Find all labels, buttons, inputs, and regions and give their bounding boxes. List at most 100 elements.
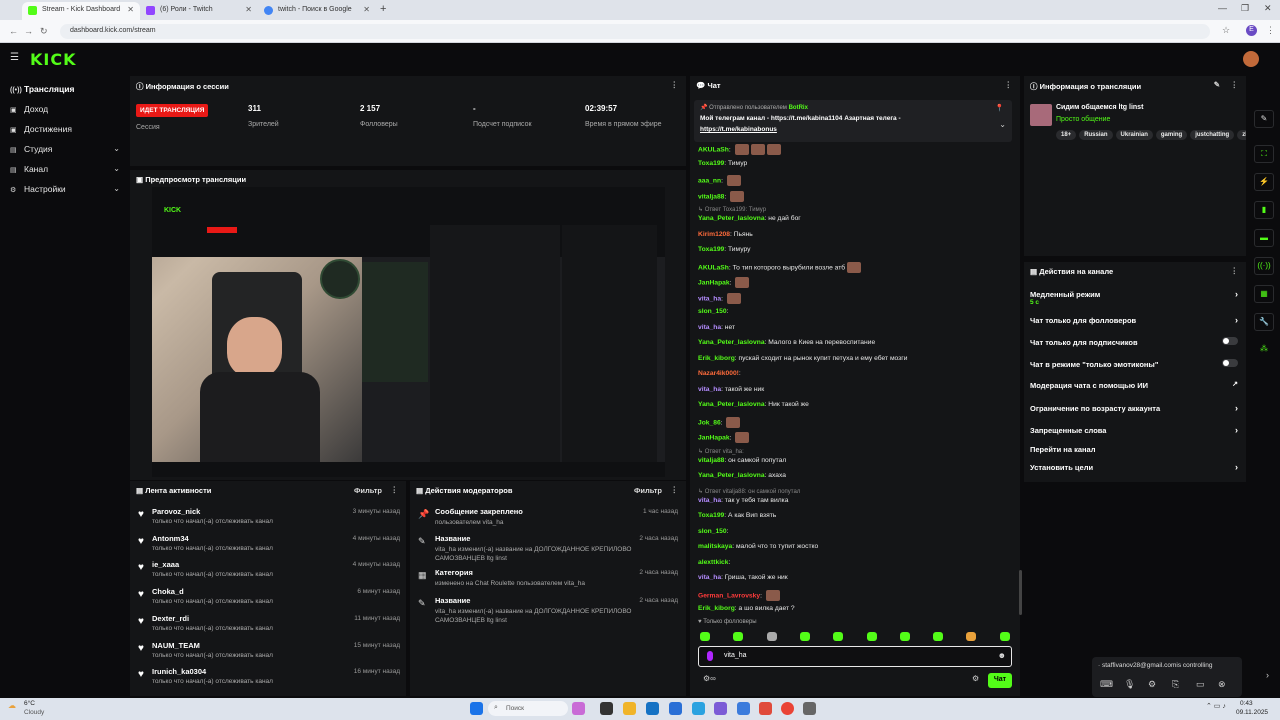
widgets-icon[interactable]	[572, 702, 585, 715]
quick-emote-icon[interactable]	[966, 632, 977, 641]
chat-message[interactable]: Erik_kiborg: а шо вилка дает ?	[698, 605, 795, 612]
activity-item[interactable]: ♥ NAUM_TEAM только что начал(-а) отслежива…	[138, 641, 400, 665]
chat-message[interactable]: vita_ha: Гриша, такой же ник	[698, 574, 788, 581]
channel-action-item[interactable]: Чат только для подписчиков	[1030, 337, 1238, 347]
clipboard-icon[interactable]: ⎘	[1172, 679, 1179, 690]
chat-username[interactable]: vita_ha	[698, 386, 721, 393]
close-window-icon[interactable]: ✕	[1264, 3, 1272, 14]
chat-message[interactable]: Nazar4ik000!:	[698, 370, 741, 377]
chat-message[interactable]: vitalja88: он самкой попутал	[698, 457, 786, 464]
browser-menu-icon[interactable]: ⋮	[1266, 25, 1275, 36]
stream-tag[interactable]: zh	[1237, 130, 1246, 140]
task-view-icon[interactable]	[600, 702, 613, 715]
stop-control-icon[interactable]: ⊗	[1218, 679, 1226, 690]
sidebar-item-settings[interactable]: ⚙ Настройки ⌄	[10, 184, 122, 198]
chat-username[interactable]: alexttkick	[698, 559, 729, 566]
chat-scrollbar[interactable]	[1019, 570, 1022, 615]
taskbar-search[interactable]: ⌕ Поиск	[488, 701, 568, 716]
chat-message[interactable]: vita_ha: так у тебя там вилка	[698, 497, 788, 504]
chat-message[interactable]: malitskaya: малой что то тупит жостко	[698, 543, 818, 550]
stream-tag[interactable]: Russian	[1079, 130, 1113, 140]
channel-action-item[interactable]: Перейти на канал	[1030, 445, 1238, 454]
chat-message[interactable]: Yana_Peter_laslovna: не дай бог	[698, 215, 801, 222]
chat-username[interactable]: aaa_nn	[698, 177, 721, 184]
activity-item[interactable]: ♥ Antonm34 только что начал(-а) отслеживат…	[138, 534, 400, 558]
panel-menu-icon[interactable]: ⋮	[1231, 266, 1239, 275]
settings-icon[interactable]: ⚙	[1148, 679, 1156, 690]
chat-message[interactable]: Yana_Peter_laslovna: Малого в Киев на пе…	[698, 339, 875, 346]
toggle-switch[interactable]	[1222, 359, 1238, 367]
new-tab-button[interactable]: +	[380, 3, 386, 15]
quick-emote-icon[interactable]	[766, 632, 777, 641]
chat-username[interactable]: Toxa199	[698, 246, 724, 253]
activity-username[interactable]: Choka_d	[152, 587, 184, 596]
chat-username[interactable]: JanHapak	[698, 434, 730, 441]
send-chat-button[interactable]: Чат	[988, 673, 1012, 688]
chat-message[interactable]: Toxa199: Тимуру	[698, 246, 750, 253]
store-icon[interactable]	[669, 702, 682, 715]
minimize-window-icon[interactable]: —	[1218, 3, 1227, 13]
kick-logo[interactable]: KICK	[30, 50, 77, 69]
chat-message[interactable]: AKULaSh:	[698, 144, 781, 155]
sidebar-item-channel[interactable]: ▤ Канал ⌄	[10, 164, 122, 178]
panel-menu-icon[interactable]: ⋮	[671, 80, 679, 89]
chat-message[interactable]: Kirim1208: Пьянь	[698, 231, 753, 238]
toggle-switch[interactable]	[1222, 337, 1238, 345]
activity-filter-button[interactable]: Фильтр	[354, 486, 382, 495]
forward-icon[interactable]: →	[24, 26, 33, 36]
channel-action-item[interactable]: Медленный режим 5 с ›	[1030, 289, 1238, 306]
chat-username[interactable]: vitalja88	[698, 193, 724, 200]
stream-tag[interactable]: justchatting	[1190, 130, 1235, 140]
keyboard-icon[interactable]: ⌨	[1100, 679, 1113, 690]
edge-icon[interactable]	[646, 702, 659, 715]
wrench-tool-icon[interactable]: 🔧	[1254, 313, 1274, 331]
chat-username[interactable]: Yana_Peter_laslovna	[698, 472, 765, 479]
close-tab-icon[interactable]: ✕	[127, 5, 134, 14]
close-tab-icon[interactable]: ✕	[245, 5, 252, 14]
chat-username[interactable]: Jok_86	[698, 419, 721, 426]
activity-item[interactable]: ♥ Irunich_ka0304 только что начал(-а) отсл…	[138, 667, 400, 691]
stream-category[interactable]: Просто общение	[1056, 116, 1110, 123]
chat-input[interactable]: vita_ha ☻	[698, 646, 1012, 667]
hamburger-menu-icon[interactable]: ☰	[10, 52, 19, 63]
activity-item[interactable]: ♥ Parovoz_nick только что начал(-а) отслеж…	[138, 507, 400, 531]
channel-action-item[interactable]: Запрещенные слова ›	[1030, 425, 1238, 435]
chat-tools-icon[interactable]: ⚙∞	[703, 674, 716, 683]
layout-tool-icon[interactable]: ▦	[1254, 285, 1274, 303]
channel-action-item[interactable]: Модерация чата с помощью ИИ ↗	[1030, 381, 1238, 390]
chat-message[interactable]: vita_ha: такой же ник	[698, 386, 764, 393]
activity-item[interactable]: ♥ Choka_d только что начал(-а) отслеживать…	[138, 587, 400, 611]
activity-username[interactable]: Irunich_ka0304	[152, 667, 206, 676]
close-tab-icon[interactable]: ✕	[363, 5, 370, 14]
chat-message[interactable]: JanHapak:	[698, 277, 750, 288]
chat-message[interactable]: Jok_86:	[698, 416, 741, 428]
tab-kick-dashboard[interactable]: Stream - Kick Dashboard ✕	[22, 2, 140, 20]
activity-username[interactable]: Dexter_rdi	[152, 614, 189, 623]
tray-icons[interactable]: ⌃ ▭ ♪	[1206, 702, 1226, 710]
stream-tag[interactable]: gaming	[1155, 130, 1188, 140]
panel-menu-icon[interactable]: ⋮	[391, 485, 399, 494]
chat-username[interactable]: Yana_Peter_laslovna	[698, 215, 765, 222]
edit-tool-icon[interactable]: ✎	[1254, 110, 1274, 128]
quick-emote-icon[interactable]	[700, 632, 710, 641]
chat-message[interactable]: slon_150:	[698, 528, 728, 535]
app-icon[interactable]	[737, 702, 750, 715]
chat-message[interactable]: AKULaSh: То тип которого вырубили возле …	[698, 261, 862, 273]
chat-message[interactable]: JanHapak:	[698, 432, 750, 443]
doc-tool-icon[interactable]: ▮	[1254, 201, 1274, 219]
chat-message[interactable]: alexttkick:	[698, 559, 730, 566]
activity-username[interactable]: NAUM_TEAM	[152, 641, 200, 650]
screen-tool-icon[interactable]: ⛶	[1254, 145, 1274, 163]
quick-emote-icon[interactable]	[799, 632, 810, 641]
chat-message[interactable]: vita_ha:	[698, 292, 741, 304]
chat-username[interactable]: Erik_kiborg	[698, 605, 735, 612]
channel-action-item[interactable]: Установить цели ›	[1030, 462, 1238, 472]
panel-menu-icon[interactable]: ⋮	[671, 485, 679, 494]
reload-icon[interactable]: ↻	[40, 26, 48, 37]
pinned-link[interactable]: https://t.me/kabinabonus	[700, 126, 777, 133]
channel-action-item[interactable]: Чат только для фолловеров ›	[1030, 315, 1238, 325]
quick-emote-icon[interactable]	[733, 632, 744, 641]
share-tool-icon[interactable]: ⁂	[1254, 341, 1274, 359]
chat-username[interactable]: vita_ha	[698, 324, 721, 331]
activity-item[interactable]: ♥ ie_xaaa только что начал(-а) отслеживать…	[138, 560, 400, 584]
